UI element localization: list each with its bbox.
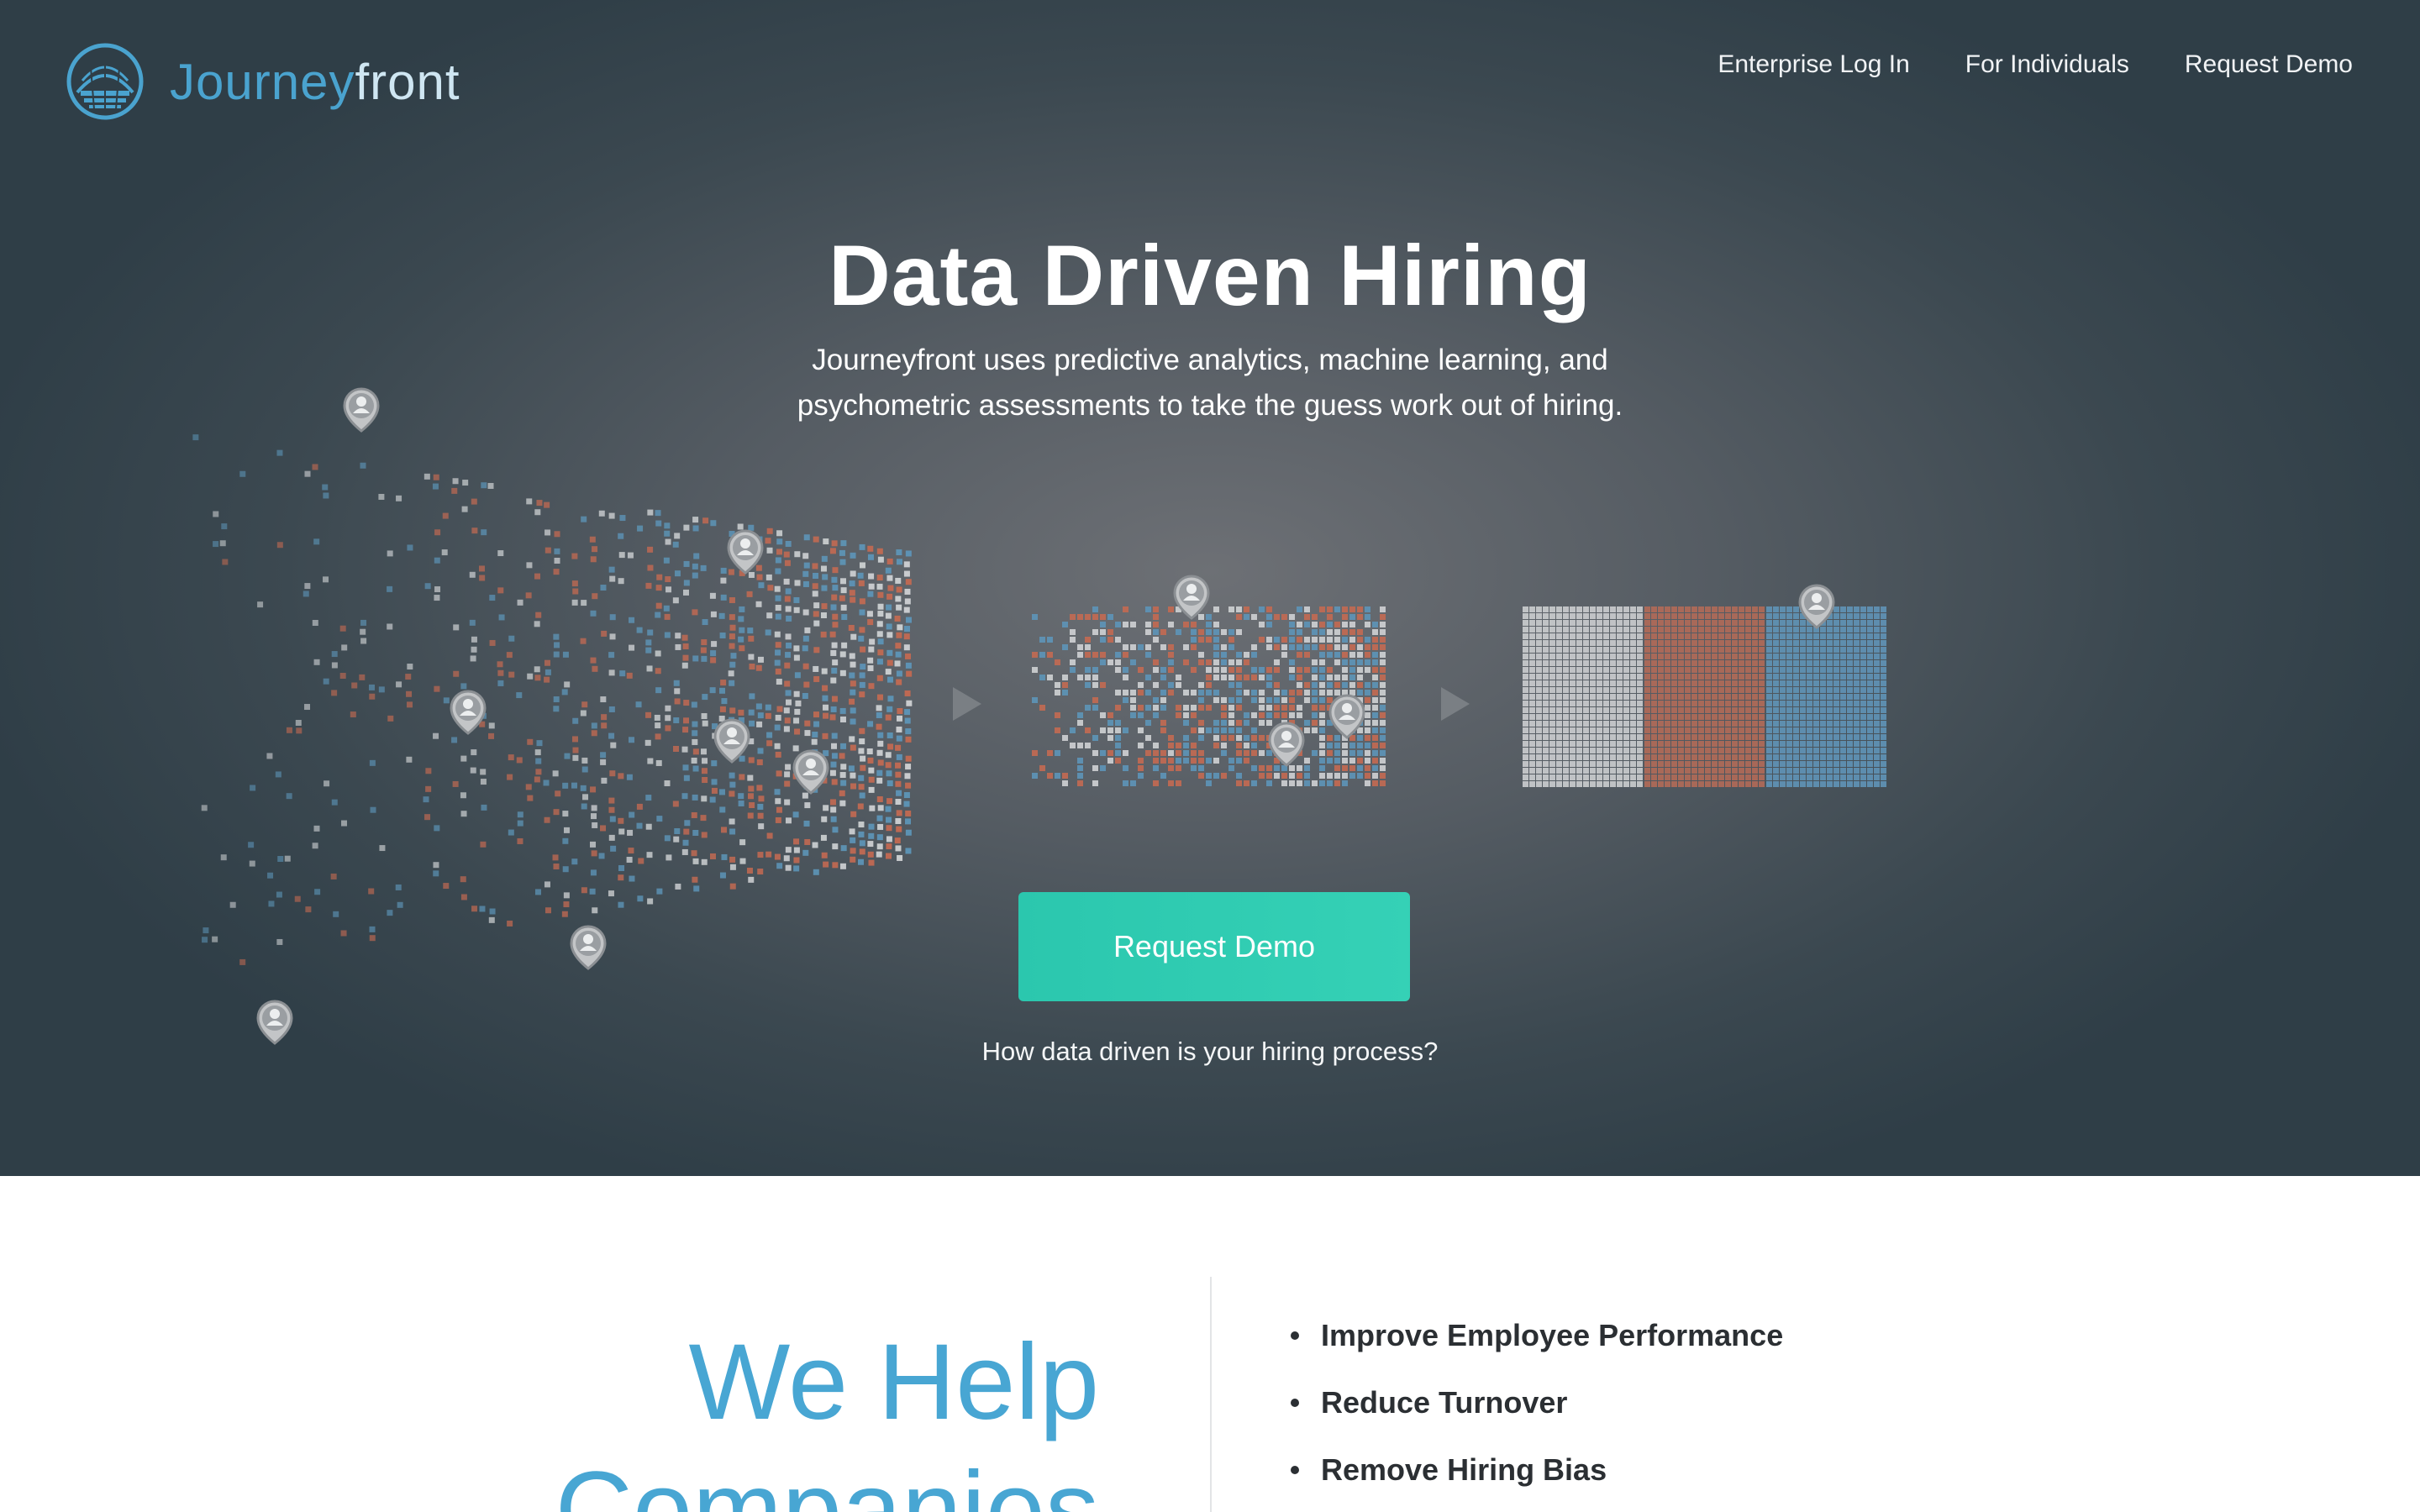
benefits-section: We Help Companies Improve Employee Perfo… (0, 1176, 2420, 1512)
hero-subtitle: Journeyfront uses predictive analytics, … (0, 338, 2420, 428)
heading-line2: Companies (555, 1450, 1099, 1512)
scattered-candidate-dots (192, 434, 913, 965)
nav-request-demo[interactable]: Request Demo (2185, 50, 2353, 79)
bullet-icon (1291, 1331, 1299, 1340)
logo-wordmark: Journeyfront (170, 53, 460, 111)
person-pin-icon (792, 749, 829, 795)
logo-text-part2: front (355, 53, 460, 110)
person-pin-icon (570, 925, 607, 970)
hiring-question-text: How data driven is your hiring process? (981, 1037, 1439, 1066)
logo-text-part1: Journey (170, 53, 355, 110)
sorted-candidate-grid (1523, 606, 1886, 787)
person-pin-icon (713, 718, 750, 764)
benefit-item: Remove Hiring Bias (1291, 1436, 1783, 1504)
nav-enterprise-login[interactable]: Enterprise Log In (1718, 50, 1909, 79)
hero-subtitle-line2: psychometric assessments to take the gue… (797, 389, 1623, 422)
hero-section: Journeyfront Enterprise Log In For Indiv… (0, 0, 2420, 1176)
section-divider (1210, 1277, 1212, 1512)
top-navigation: Enterprise Log In For Individuals Reques… (1718, 50, 2353, 79)
bullet-icon (1291, 1466, 1299, 1474)
benefit-item: Improve Employee Performance (1291, 1302, 1783, 1369)
logo-globe-icon (66, 43, 144, 120)
nav-for-individuals[interactable]: For Individuals (1965, 50, 2129, 79)
heading-line1: We Help (688, 1322, 1100, 1442)
benefit-label: Remove Hiring Bias (1321, 1452, 1607, 1487)
filtered-candidate-grid (1032, 606, 1386, 786)
bullet-icon (1291, 1399, 1299, 1407)
request-demo-button[interactable]: Request Demo (1018, 892, 1410, 1001)
arrow-right-icon (1441, 687, 1470, 721)
hero-subtitle-line1: Journeyfront uses predictive analytics, … (812, 344, 1608, 376)
journeyfront-logo[interactable]: Journeyfront (66, 42, 460, 121)
benefit-item: Reduce Turnover (1291, 1369, 1783, 1436)
page-title: Data Driven Hiring (829, 228, 1591, 323)
we-help-heading: We Help Companies (555, 1319, 1099, 1512)
benefit-label: Reduce Turnover (1321, 1385, 1568, 1420)
arrow-right-icon (953, 687, 981, 721)
benefit-label: Improve Employee Performance (1321, 1318, 1784, 1352)
benefits-list: Improve Employee Performance Reduce Turn… (1291, 1302, 1783, 1504)
